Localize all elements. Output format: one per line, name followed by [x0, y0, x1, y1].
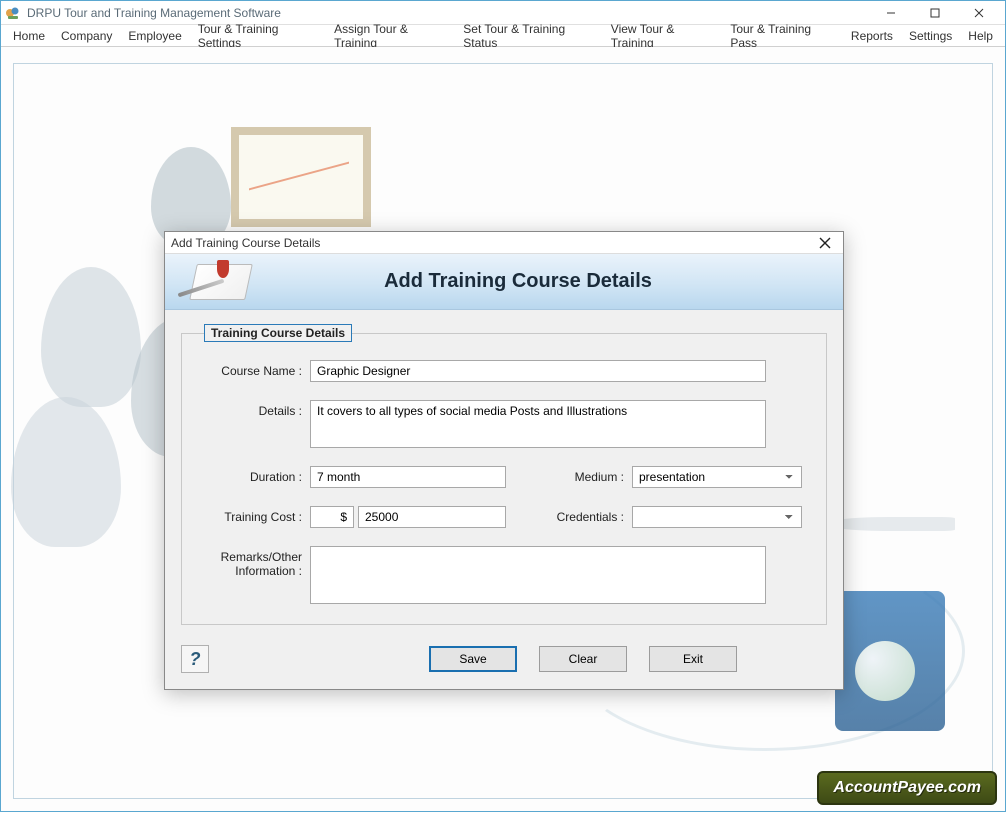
menu-help[interactable]: Help — [960, 27, 1001, 45]
app-title: DRPU Tour and Training Management Softwa… — [27, 6, 281, 20]
group-legend: Training Course Details — [204, 324, 352, 342]
cost-input[interactable] — [358, 506, 506, 528]
medium-label: Medium : — [542, 466, 632, 484]
add-training-course-dialog: Add Training Course Details Add Training… — [164, 231, 844, 690]
watermark: AccountPayee.com — [817, 771, 997, 805]
close-button[interactable] — [957, 2, 1001, 24]
dialog-titlebar: Add Training Course Details — [165, 232, 843, 254]
main-window: DRPU Tour and Training Management Softwa… — [0, 0, 1006, 812]
training-cost-label: Training Cost : — [204, 506, 310, 524]
training-course-details-group: Training Course Details Course Name : De… — [181, 324, 827, 625]
dialog-footer: ? Save Clear Exit — [165, 635, 843, 689]
details-label: Details : — [204, 400, 310, 418]
duration-input[interactable] — [310, 466, 506, 488]
course-name-label: Course Name : — [204, 360, 310, 378]
menu-settings[interactable]: Settings — [901, 27, 960, 45]
menu-company[interactable]: Company — [53, 27, 120, 45]
maximize-button[interactable] — [913, 2, 957, 24]
notebook-icon — [173, 258, 273, 306]
duration-label: Duration : — [204, 466, 310, 484]
remarks-label: Remarks/Other Information : — [204, 546, 310, 578]
remarks-textarea[interactable] — [310, 546, 766, 604]
menubar: Home Company Employee Tour & Training Se… — [1, 25, 1005, 47]
client-area: Add Training Course Details Add Training… — [1, 47, 1005, 811]
credentials-select[interactable] — [632, 506, 802, 528]
credentials-label: Credentials : — [542, 506, 632, 524]
details-textarea[interactable]: It covers to all types of social media P… — [310, 400, 766, 448]
currency-input[interactable] — [310, 506, 354, 528]
minimize-button[interactable] — [869, 2, 913, 24]
save-button[interactable]: Save — [429, 646, 517, 672]
question-mark-icon: ? — [190, 649, 201, 670]
dialog-body: Training Course Details Course Name : De… — [165, 310, 843, 635]
menu-reports[interactable]: Reports — [843, 27, 901, 45]
dialog-title: Add Training Course Details — [171, 236, 320, 250]
help-button[interactable]: ? — [181, 645, 209, 673]
dialog-heading: Add Training Course Details — [273, 270, 763, 293]
exit-button[interactable]: Exit — [649, 646, 737, 672]
medium-select[interactable]: presentation — [632, 466, 802, 488]
menu-home[interactable]: Home — [5, 27, 53, 45]
course-name-input[interactable] — [310, 360, 766, 382]
window-controls — [869, 2, 1001, 24]
app-icon — [5, 5, 21, 21]
dialog-header: Add Training Course Details — [165, 254, 843, 310]
menu-employee[interactable]: Employee — [120, 27, 189, 45]
clear-button[interactable]: Clear — [539, 646, 627, 672]
dialog-close-button[interactable] — [813, 234, 837, 252]
